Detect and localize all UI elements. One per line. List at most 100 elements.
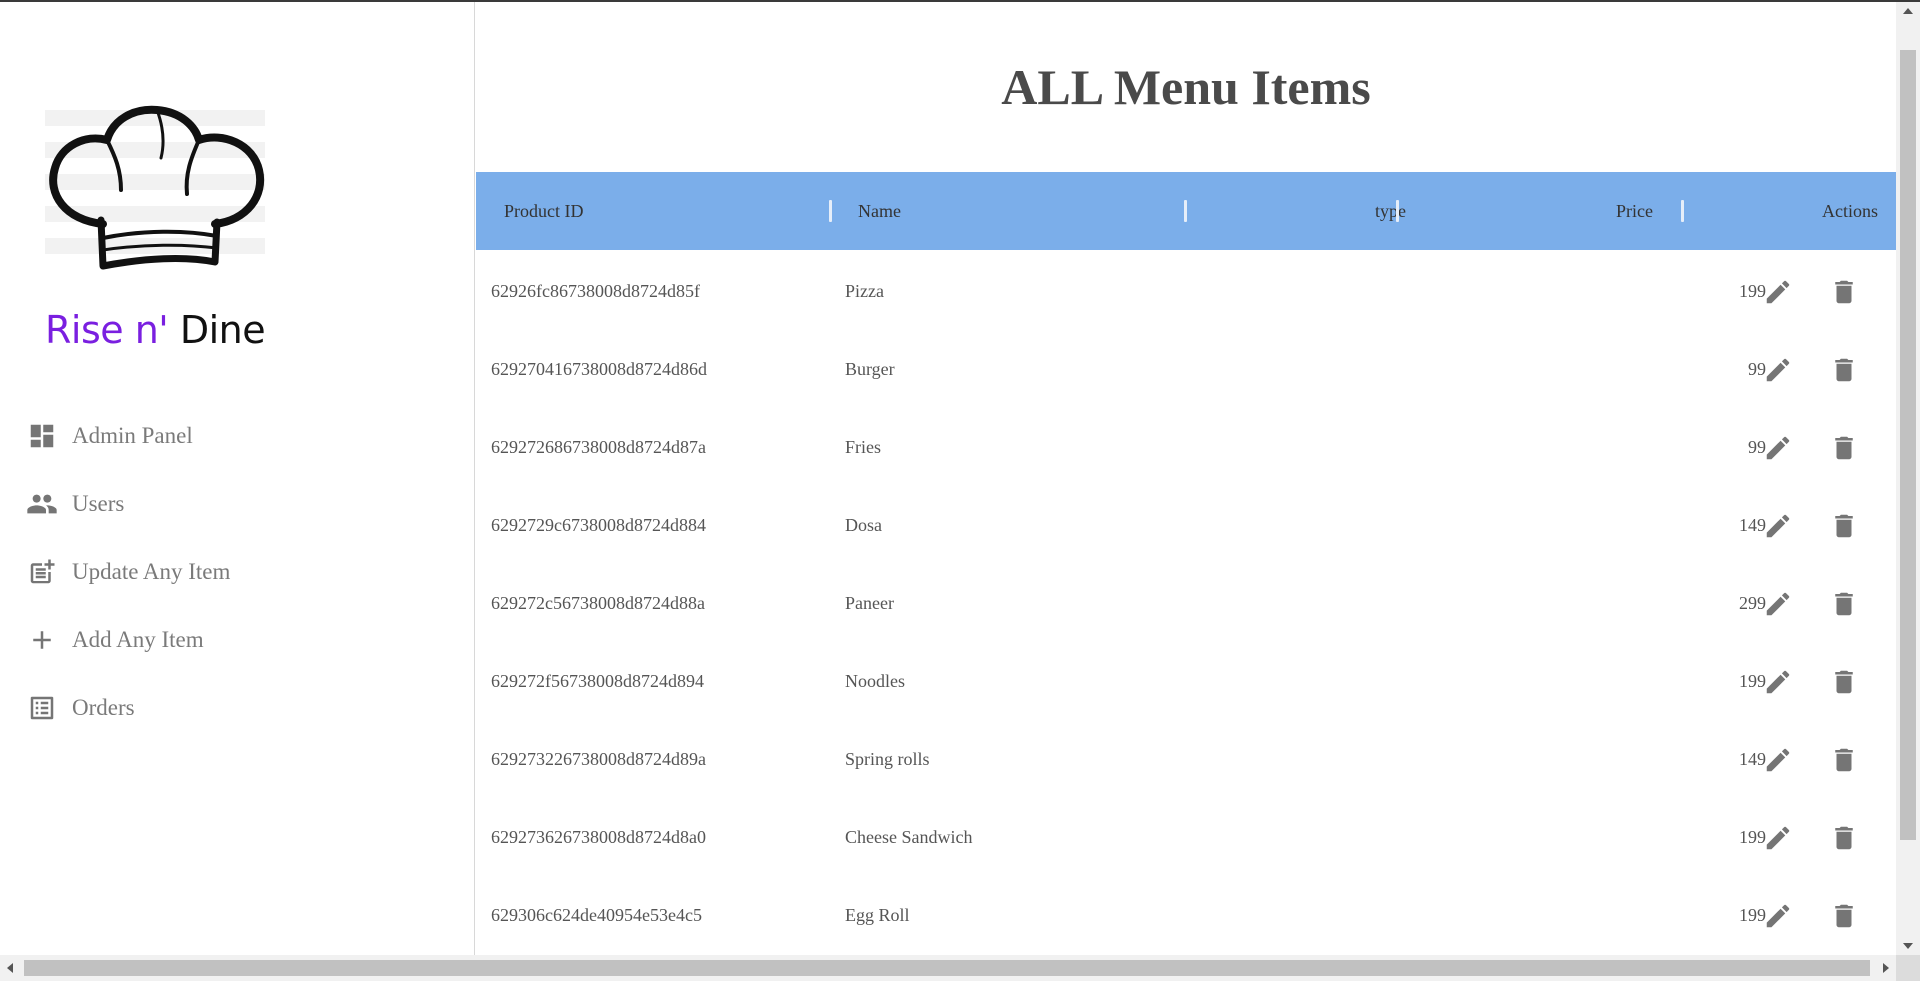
people-icon [26,488,58,520]
delete-button[interactable] [1827,587,1861,621]
table-row: 629306c624de40954e53e4c5 Egg Roll 199 [476,876,1896,954]
column-resize-handle[interactable] [1681,200,1684,222]
pencil-icon [1763,745,1793,775]
cell-price: 199 [1739,280,1766,301]
cell-product-id: 629273226738008d8724d89a [491,748,706,769]
cell-price: 149 [1739,514,1766,535]
cell-name: Pizza [845,280,884,301]
main-content: ALL Menu Items Product ID Name type Pric… [476,2,1896,955]
column-resize-handle[interactable] [1396,200,1399,222]
cell-name: Burger [845,358,895,379]
cell-product-id: 629272f56738008d8724d894 [491,670,704,691]
edit-button[interactable] [1761,665,1795,699]
trash-icon [1829,511,1859,541]
delete-button[interactable] [1827,899,1861,933]
pencil-icon [1763,511,1793,541]
cell-product-id: 6292729c6738008d8724d884 [491,514,706,535]
pencil-icon [1763,823,1793,853]
edit-button[interactable] [1761,587,1795,621]
sidebar-item-label: Orders [72,695,135,720]
delete-button[interactable] [1827,431,1861,465]
cell-product-id: 629272686738008d8724d87a [491,436,706,457]
delete-button[interactable] [1827,743,1861,777]
vertical-scroll-thumb[interactable] [1900,50,1916,840]
column-header-type[interactable]: type [1206,172,1406,250]
sidebar-item-users[interactable]: Users [0,470,475,538]
page-title: ALL Menu Items [1001,59,1371,115]
dashboard-icon [26,420,58,452]
edit-button[interactable] [1761,509,1795,543]
cell-name: Spring rolls [845,748,930,769]
sidebar-item-admin-panel[interactable]: Admin Panel [0,402,475,470]
cell-name: Cheese Sandwich [845,826,973,847]
scroll-right-icon[interactable] [1883,963,1889,973]
list-alt-icon [26,692,58,724]
scrollbar-corner [1896,955,1920,981]
edit-button[interactable] [1761,743,1795,777]
cell-price: 299 [1739,592,1766,613]
table-row: 629273626738008d8724d8a0 Cheese Sandwich 1… [476,798,1896,876]
cell-product-id: 629270416738008d8724d86d [491,358,707,379]
vertical-scrollbar[interactable] [1896,2,1920,955]
trash-icon [1829,433,1859,463]
horizontal-scroll-thumb[interactable] [24,960,1870,976]
scroll-down-icon[interactable] [1903,943,1913,949]
edit-button[interactable] [1761,899,1795,933]
column-header-name[interactable]: Name [858,172,1158,250]
cell-price: 199 [1739,826,1766,847]
table-row: 6292729c6738008d8724d884 Dosa 149 [476,486,1896,564]
sidebar-item-label: Admin Panel [72,423,193,448]
cell-product-id: 629273626738008d8724d8a0 [491,826,706,847]
cell-name: Dosa [845,514,882,535]
table-row: 629273226738008d8724d89a Spring rolls 149 [476,720,1896,798]
column-header-price[interactable]: Price [1476,172,1653,250]
pencil-icon [1763,355,1793,385]
delete-button[interactable] [1827,821,1861,855]
edit-button[interactable] [1761,431,1795,465]
table-row: 629272c56738008d8724d88a Paneer 299 [476,564,1896,642]
pencil-icon [1763,433,1793,463]
column-header-product-id[interactable]: Product ID [504,172,804,250]
cell-name: Paneer [845,592,894,613]
horizontal-scrollbar[interactable] [0,955,1896,981]
delete-button[interactable] [1827,509,1861,543]
post-add-icon [26,556,58,588]
trash-icon [1829,355,1859,385]
pencil-icon [1763,589,1793,619]
trash-icon [1829,901,1859,931]
edit-button[interactable] [1761,275,1795,309]
plus-icon [26,624,58,656]
delete-button[interactable] [1827,665,1861,699]
cell-product-id: 629272c56738008d8724d88a [491,592,705,613]
brand-part2: Dine [179,308,266,352]
sidebar-item-update-any-item[interactable]: Update Any Item [0,538,475,606]
delete-button[interactable] [1827,275,1861,309]
cell-name: Egg Roll [845,904,910,925]
cell-product-id: 62926fc86738008d8724d85f [491,280,700,301]
column-header-actions: Actions [1822,200,1878,221]
edit-button[interactable] [1761,353,1795,387]
brand-part1: Rise n' [45,308,169,352]
cell-price: 199 [1739,904,1766,925]
cell-name: Noodles [845,670,905,691]
scroll-up-icon[interactable] [1903,8,1913,14]
cell-name: Fries [845,436,881,457]
trash-icon [1829,589,1859,619]
delete-button[interactable] [1827,353,1861,387]
brand-name: Rise n' Dine [45,308,266,352]
pencil-icon [1763,277,1793,307]
column-resize-handle[interactable] [829,200,832,222]
chef-hat-icon [45,98,265,278]
trash-icon [1829,745,1859,775]
column-resize-handle[interactable] [1184,200,1187,222]
sidebar-item-label: Add Any Item [72,627,204,652]
sidebar-item-orders[interactable]: Orders [0,674,475,742]
edit-button[interactable] [1761,821,1795,855]
sidebar: Rise n' Dine Admin Panel Users Update An… [0,2,475,955]
cell-product-id: 629306c624de40954e53e4c5 [491,904,702,925]
scroll-left-icon[interactable] [7,963,13,973]
trash-icon [1829,667,1859,697]
sidebar-item-add-any-item[interactable]: Add Any Item [0,606,475,674]
cell-price: 199 [1739,670,1766,691]
table-header: Product ID Name type Price Actions [476,172,1896,250]
